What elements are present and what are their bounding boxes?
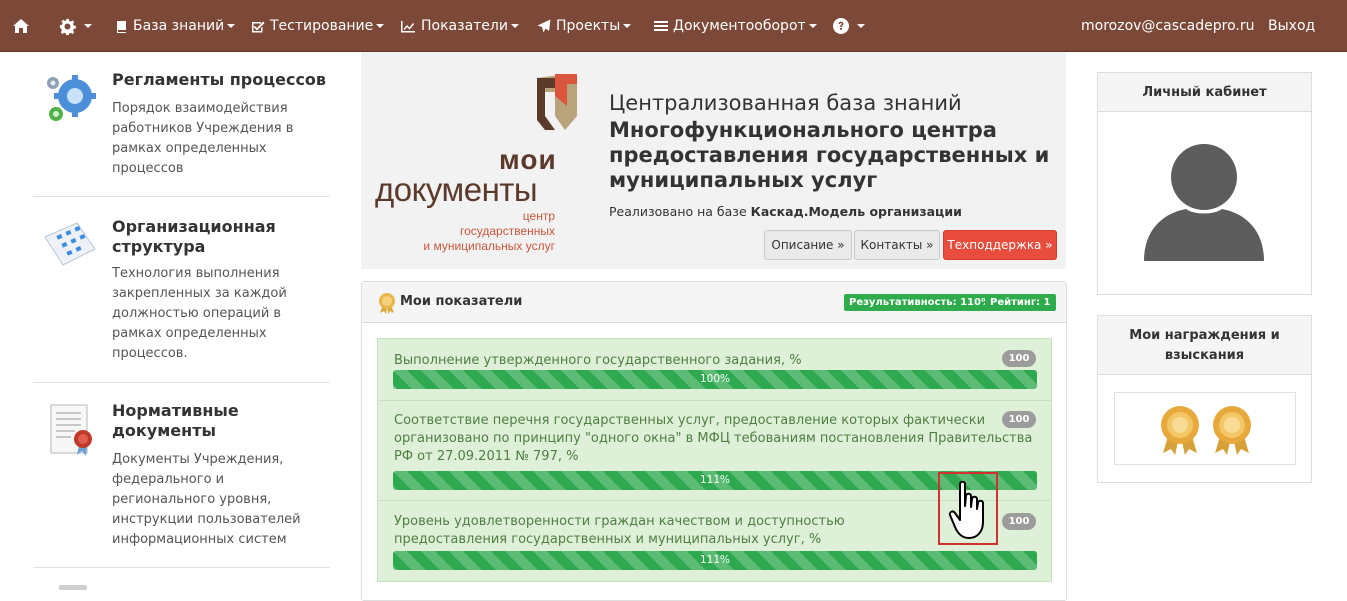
line-chart-icon (401, 20, 415, 32)
chevron-down-icon (808, 24, 817, 28)
logo-subtitle: центр государственных и муниципальных усл… (423, 209, 555, 253)
cursor-highlight (938, 472, 998, 545)
award-icon (379, 293, 395, 314)
indicators-panel: Мои показатели Результативность: 110% Ре… (361, 281, 1067, 601)
kpi-label: Соответствие перечня государственных усл… (394, 413, 1033, 464)
mfc-logo: мои документы центр государственных и мун… (373, 68, 593, 258)
kpi-item: Выполнение утвержденного государственног… (378, 339, 1051, 401)
chevron-down-icon (376, 24, 385, 28)
awards-panel[interactable]: Мои награждения и взыскания (1097, 315, 1312, 483)
nav-indicators-label: Показатели (421, 18, 508, 34)
gears-icon (47, 75, 96, 121)
gear-icon (59, 18, 76, 35)
avatar-icon (1144, 144, 1264, 261)
indicators-title: Мои показатели (400, 294, 523, 309)
logo-text-moi: мои (499, 144, 557, 175)
kpi-score-badge: 100 (1002, 513, 1036, 530)
awards-title: Мои награждения и взыскания (1098, 316, 1311, 375)
logo-mark-icon (537, 74, 577, 130)
description-button[interactable]: Описание » (764, 230, 852, 260)
kpi-score-badge: 100 (1002, 411, 1036, 428)
left-item-org-structure[interactable]: Организационная структура Технология выпо… (33, 197, 330, 383)
kpi-progress-bar: 111% (393, 551, 1037, 570)
support-button[interactable]: Техподдержка » (943, 230, 1057, 260)
nav-testing-label: Тестирование (270, 18, 374, 34)
chevron-down-icon (227, 24, 236, 28)
award-medal-icon (1161, 406, 1199, 455)
personal-cabinet-title: Личный кабинет (1098, 73, 1311, 112)
nav-projects-label: Проекты (556, 18, 621, 34)
help-menu[interactable] (833, 0, 865, 52)
indicators-panel-header: Мои показатели Результативность: 110% Ре… (362, 282, 1066, 323)
banner-heading: Централизованная база знаний (609, 91, 962, 115)
hand-pointer-icon (948, 480, 984, 539)
awards-box (1114, 392, 1296, 465)
kpi-progress-bar: 100% (393, 370, 1037, 389)
chevron-down-icon (510, 24, 519, 28)
kpi-list: Выполнение утвержденного государственног… (377, 338, 1052, 582)
personal-cabinet-panel[interactable]: Личный кабинет (1097, 72, 1312, 295)
kpi-score-badge: 100 (1002, 350, 1036, 367)
chevron-down-icon (857, 24, 865, 28)
chevron-down-icon (623, 24, 632, 28)
implemented-on: Реализовано на базе Каскад.Модель органи… (609, 204, 962, 219)
logo-text-docs: документы (375, 171, 538, 208)
rating-badge: Рейтинг: 1 (985, 294, 1056, 311)
item-icon (59, 585, 87, 590)
checkbox-icon (252, 21, 265, 32)
left-item-description: Порядок взаимодействия работников Учрежде… (112, 101, 294, 176)
left-item-normative-docs[interactable]: Нормативные документы Документы Учреждени… (33, 383, 330, 568)
send-icon (537, 19, 551, 33)
list-icon (654, 20, 668, 31)
home-button[interactable] (12, 0, 35, 52)
effectiveness-badge: Результативность: 110% (844, 294, 996, 311)
nav-docflow-label: Документооборот (673, 18, 806, 34)
nav-knowledge-base[interactable]: База знаний (115, 0, 236, 52)
settings-menu[interactable] (59, 0, 92, 52)
left-item-description: Технология выполнения закрепленных за каж… (112, 266, 287, 361)
award-medal-icon (1213, 406, 1251, 455)
banner-subheading: Многофункционального центра предоставлен… (609, 118, 1050, 192)
question-circle-icon (833, 18, 849, 34)
top-navbar: База знаний Тестирование Показатели Прое… (0, 0, 1347, 52)
home-icon (13, 19, 29, 33)
left-item-title: Нормативные документы (112, 401, 239, 440)
user-email-link[interactable]: morozov@cascadepro.ru (1081, 0, 1255, 52)
nav-projects[interactable]: Проекты (537, 0, 632, 52)
nav-testing[interactable]: Тестирование (251, 0, 385, 52)
chevron-down-icon (84, 24, 92, 28)
nav-indicators[interactable]: Показатели (400, 0, 519, 52)
org-structure-icon (44, 222, 96, 266)
left-item-title: Организационная структура (112, 217, 276, 256)
kpi-label: Выполнение утвержденного государственног… (394, 353, 802, 368)
kpi-label: Уровень удовлетворенности граждан качест… (394, 514, 845, 547)
left-item-description: Документы Учреждения, федерального и реги… (112, 452, 301, 547)
left-item-title: Регламенты процессов (112, 70, 327, 89)
kpi-progress-label: 100% (699, 373, 731, 385)
nav-docflow[interactable]: Документооборот (654, 0, 817, 52)
nav-knowledge-base-label: База знаний (133, 18, 225, 34)
document-seal-icon (50, 404, 92, 456)
left-item-next[interactable] (33, 580, 330, 590)
book-icon (117, 20, 126, 33)
header-banner: мои документы центр государственных и мун… (361, 52, 1066, 269)
logout-link[interactable]: Выход (1268, 0, 1315, 52)
kpi-progress-label: 111% (699, 554, 731, 566)
left-item-regulations[interactable]: Регламенты процессов Порядок взаимодейст… (33, 52, 330, 197)
contacts-button[interactable]: Контакты » (854, 230, 940, 260)
